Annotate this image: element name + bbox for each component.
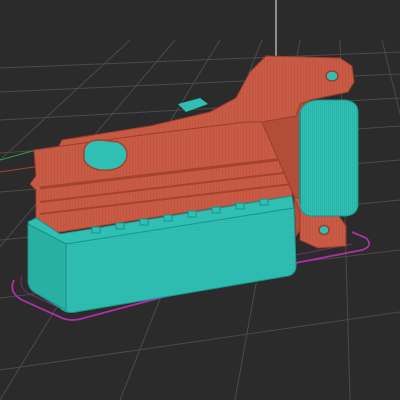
mounting-hole-bottom <box>318 224 330 236</box>
model-grip-pad[interactable] <box>299 99 359 217</box>
grip-pad-face <box>299 99 359 217</box>
model-slot-cutout <box>83 139 128 172</box>
mounting-hole-top <box>325 70 339 82</box>
slicer-3d-viewport[interactable] <box>0 0 400 400</box>
